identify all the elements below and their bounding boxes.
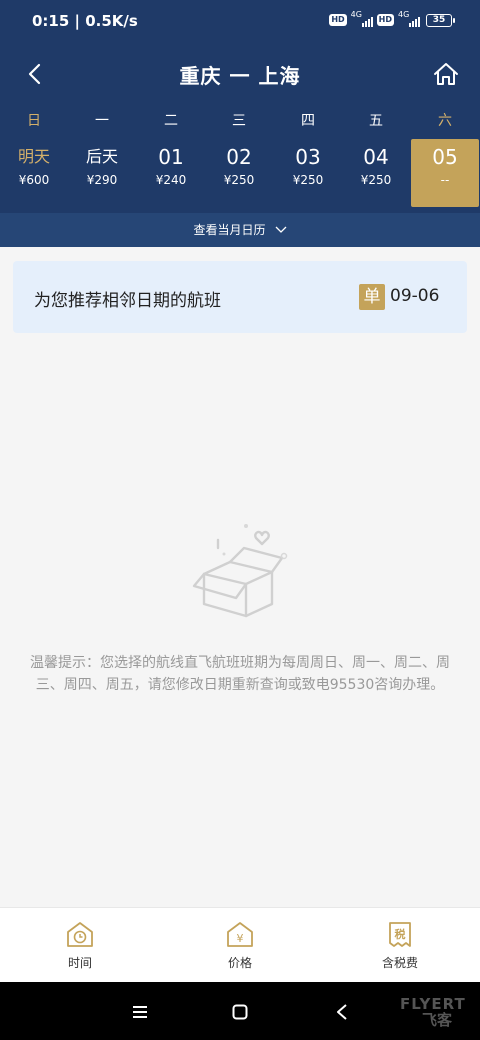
header: 0:15 | 0.5K/s HD 4G HD 4G 35 重庆 一 上海 日 一… [0, 0, 480, 247]
month-calendar-button[interactable]: 查看当月日历 [0, 213, 480, 247]
weekday-label: 四 [301, 113, 315, 129]
status-icons: HD 4G HD 4G 35 [329, 10, 455, 28]
tab-price[interactable]: ¥ 价格 [190, 920, 290, 971]
battery-icon: 35 [426, 13, 455, 27]
tab-label: 价格 [227, 956, 252, 970]
date-label: 明天 [17, 147, 50, 166]
date-label: 02 [226, 145, 252, 169]
chevron-left-icon [28, 63, 41, 85]
signal-icon: 4G [398, 10, 420, 28]
calendar-link-label: 查看当月日历 [193, 223, 266, 237]
weekday-row: 日 一 二 三 四 五 六 [0, 110, 480, 134]
date-price: ¥290 [86, 173, 118, 187]
date-label: 04 [363, 145, 389, 169]
tab-label: 时间 [67, 956, 92, 970]
tax-char: 税 [395, 927, 406, 941]
hd-badge: HD [329, 14, 347, 26]
system-nav-bar: FLYERT 飞客 [0, 982, 480, 1040]
recommend-text: 为您推荐相邻日期的航班 [34, 291, 221, 311]
weekday-label: 二 [164, 113, 178, 129]
date-cell[interactable]: 02 ¥250 [205, 139, 273, 207]
weekday-label: 一 [95, 113, 109, 129]
hd-badge: HD [376, 14, 394, 26]
date-cell-selected[interactable]: 05 -- [411, 139, 479, 207]
home-icon [434, 63, 458, 85]
signal-icon: 4G [350, 10, 373, 28]
clock-house-icon [67, 922, 93, 947]
date-cell[interactable]: 03 ¥250 [274, 139, 342, 207]
home-system-button[interactable] [228, 1000, 252, 1024]
yuan-symbol: ¥ [237, 932, 244, 945]
date-price: -- [440, 173, 450, 187]
weekday-label: 六 [438, 113, 452, 129]
recommend-date: 09-06 [390, 286, 440, 306]
square-icon [232, 1004, 248, 1020]
triangle-back-icon [337, 1004, 347, 1020]
date-price: ¥250 [292, 173, 324, 187]
date-cell[interactable]: 后天 ¥290 [68, 139, 136, 207]
date-cell[interactable]: 明天 ¥600 [0, 139, 68, 207]
status-time: 0:15 | 0.5K/s [32, 12, 138, 30]
status-bar: 0:15 | 0.5K/s HD 4G HD 4G 35 [0, 0, 480, 44]
date-label: 后天 [85, 147, 118, 166]
watermark-logo: FLYERT 飞客 [400, 996, 474, 1028]
recommend-card[interactable]: 为您推荐相邻日期的航班 单 09-06 [13, 261, 467, 333]
back-system-button[interactable] [330, 1000, 354, 1024]
home-button[interactable] [430, 58, 462, 90]
nav-bar: 重庆 一 上海 [0, 48, 480, 100]
network-type: 4G [350, 10, 362, 19]
bottom-tab-bar: 时间 ¥ 价格 税 含税费 [0, 907, 480, 982]
yuan-house-icon: ¥ [227, 922, 253, 947]
battery-level: 35 [432, 14, 446, 25]
watermark-line1: FLYERT [400, 995, 466, 1013]
weekday-label: 三 [232, 113, 246, 129]
tab-time[interactable]: 时间 [30, 920, 130, 971]
empty-box-icon [180, 518, 300, 628]
date-price: ¥600 [18, 173, 50, 187]
warm-tip: 温馨提示：您选择的航线直飞航班班期为每周周日、周一、周二、周三、周四、周五，请您… [30, 655, 450, 693]
date-label: 05 [432, 145, 458, 169]
date-price-row: 明天 ¥600 后天 ¥290 01 ¥240 02 ¥250 03 ¥250 … [0, 139, 480, 207]
date-price: ¥250 [223, 173, 255, 187]
weekday-label: 五 [369, 113, 383, 129]
tax-receipt-icon: 税 [389, 922, 411, 947]
watermark-line2: 飞客 [421, 1011, 452, 1029]
route-title: 重庆 一 上海 [179, 64, 301, 88]
weekday-label: 日 [27, 113, 41, 129]
date-label: 01 [158, 145, 184, 169]
date-label: 03 [295, 145, 321, 169]
network-type: 4G [398, 10, 410, 19]
date-price: ¥240 [155, 173, 187, 187]
back-button[interactable] [18, 58, 50, 90]
chevron-down-icon [275, 226, 287, 233]
recents-button[interactable] [128, 1000, 152, 1024]
one-way-badge: 单 [359, 284, 385, 310]
date-cell[interactable]: 01 ¥240 [137, 139, 205, 207]
date-cell[interactable]: 04 ¥250 [342, 139, 410, 207]
date-price: ¥250 [360, 173, 392, 187]
tab-tax[interactable]: 税 含税费 [350, 920, 450, 971]
tab-label: 含税费 [381, 956, 418, 970]
menu-icon [133, 1006, 147, 1018]
